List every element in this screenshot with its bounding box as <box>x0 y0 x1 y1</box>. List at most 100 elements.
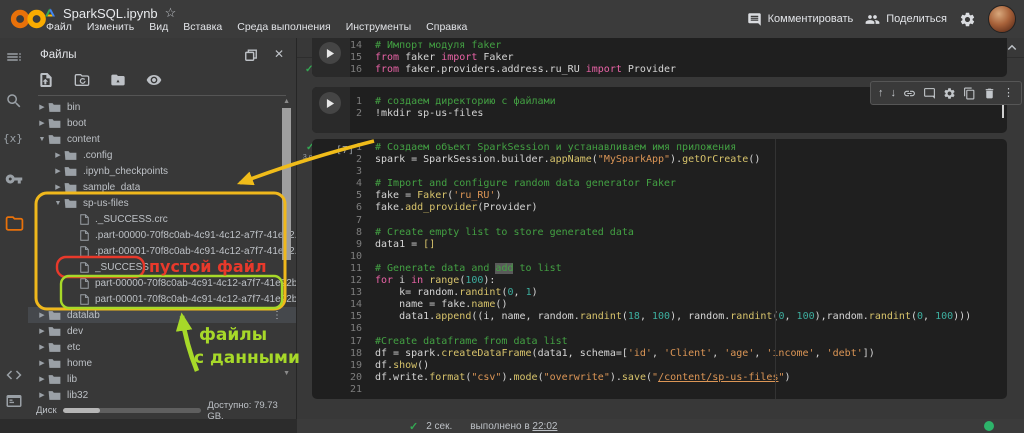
menu-item[interactable]: Вставка <box>183 21 222 37</box>
code-cell-1[interactable]: 14# Импорт модуля faker15from faker impo… <box>312 38 1007 77</box>
collapse-header-chevron-icon[interactable] <box>1006 42 1018 54</box>
comment-icon <box>747 12 762 27</box>
code-line: 15from faker import Faker <box>312 52 1007 64</box>
code-line: 21 <box>312 384 1007 396</box>
notebook-title[interactable]: SparkSQL.ipynb <box>63 6 158 21</box>
table-of-contents-icon[interactable] <box>5 48 23 66</box>
code-text: #Create dataframe from data list <box>375 336 568 348</box>
code-text: # Import and configure random data gener… <box>375 178 676 190</box>
copy-link-icon[interactable] <box>903 87 916 100</box>
upload-file-icon[interactable] <box>38 72 54 88</box>
connected-indicator-dot[interactable] <box>984 421 994 431</box>
code-text: fake.add_provider(Provider) <box>375 202 538 214</box>
comment-cell-icon[interactable] <box>923 87 936 100</box>
secrets-key-icon[interactable] <box>5 170 23 188</box>
menu-item[interactable]: Файл <box>46 21 72 37</box>
menu-item[interactable]: Изменить <box>87 21 134 37</box>
tree-row-bin[interactable]: ▶bin <box>28 99 296 115</box>
mount-drive-icon[interactable] <box>110 72 126 88</box>
caret-icon[interactable]: ▶ <box>36 327 48 335</box>
tree-row-datalab[interactable]: ▶datalab⋮ <box>28 307 296 323</box>
settings-gear-icon[interactable] <box>959 11 976 28</box>
menu-item[interactable]: Инструменты <box>346 21 411 37</box>
close-panel-icon[interactable]: ✕ <box>274 47 284 61</box>
editor-settings-gear-icon[interactable] <box>943 87 956 100</box>
menu-item[interactable]: Среда выполнения <box>237 21 330 37</box>
scroll-up-arrow-icon[interactable]: ▲ <box>283 98 290 105</box>
tree-row-_successcrc[interactable]: ._SUCCESS.crc <box>28 211 296 227</box>
caret-icon[interactable]: ▼ <box>52 200 64 207</box>
scrollbar-thumb[interactable] <box>282 108 291 260</box>
more-actions-icon[interactable]: ⋮ <box>1003 87 1014 100</box>
tree-row-_success[interactable]: _SUCCESS <box>28 259 296 275</box>
row-more-icon[interactable]: ⋮ <box>272 310 282 321</box>
files-toolbar <box>38 72 162 88</box>
folder-icon <box>48 310 61 321</box>
tree-row-part-00001-70f8c0ab-4c91-4c12-a7f7-41e22b[interactable]: part-00001-70f8c0ab-4c91-4c12-a7f7-41e22… <box>28 291 296 307</box>
caret-icon[interactable]: ▼ <box>36 136 48 143</box>
caret-icon[interactable]: ▶ <box>36 343 48 351</box>
move-cell-up-icon[interactable]: ↑ <box>878 87 884 100</box>
caret-icon[interactable]: ▶ <box>52 151 64 159</box>
tree-row-part-00000-70f8c0ab-4c91-4c12-a7f7-41e22[interactable]: .part-00000-70f8c0ab-4c91-4c12-a7f7-41e2… <box>28 227 296 243</box>
caret-icon[interactable]: ▶ <box>52 167 64 175</box>
colab-logo-icon[interactable] <box>10 7 48 31</box>
files-panel: Файлы ✕ ▶bin▶boot▼content▶.config▶.ipynb… <box>28 38 297 419</box>
tree-row-dev[interactable]: ▶dev <box>28 323 296 339</box>
folder-icon <box>48 342 61 353</box>
caret-icon[interactable]: ▶ <box>52 183 64 191</box>
terminal-icon[interactable] <box>5 392 23 410</box>
code-line: 10 <box>312 251 1007 263</box>
files-folder-icon[interactable] <box>5 214 24 233</box>
tree-row-etc[interactable]: ▶etc <box>28 339 296 355</box>
user-avatar[interactable] <box>988 5 1016 33</box>
refresh-folder-icon[interactable] <box>74 72 90 88</box>
tree-row-boot[interactable]: ▶boot <box>28 115 296 131</box>
folder-icon <box>48 358 61 369</box>
tree-row-lib[interactable]: ▶lib <box>28 371 296 387</box>
caret-icon[interactable]: ▶ <box>36 391 48 399</box>
line-number: 6 <box>312 202 375 214</box>
file-icon <box>80 262 89 273</box>
caret-icon[interactable]: ▶ <box>36 311 48 319</box>
tree-row-part-00001-70f8c0ab-4c91-4c12-a7f7-41e22[interactable]: .part-00001-70f8c0ab-4c91-4c12-a7f7-41e2… <box>28 243 296 259</box>
comment-button[interactable]: Комментировать <box>747 12 854 27</box>
search-icon[interactable] <box>5 92 23 110</box>
tree-row-ipynb_checkpoints[interactable]: ▶ .ipynb_checkpoints <box>28 163 296 179</box>
line-number: 18 <box>312 348 375 360</box>
status-duration: 2 сек. <box>426 421 452 432</box>
caret-icon[interactable]: ▶ <box>36 103 48 111</box>
caret-icon[interactable]: ▶ <box>36 119 48 127</box>
popout-panel-icon[interactable] <box>244 48 258 62</box>
code-line: 1# Создаем объект SparkSession и устанав… <box>312 142 1007 154</box>
scroll-down-arrow-icon[interactable]: ▼ <box>283 370 290 377</box>
tree-item-label: .ipynb_checkpoints <box>83 166 168 177</box>
share-button[interactable]: Поделиться <box>865 12 947 27</box>
tree-row-home[interactable]: ▶home <box>28 355 296 371</box>
line-number: 15 <box>312 52 375 64</box>
code-snippets-icon[interactable] <box>5 366 23 384</box>
tree-row-sp-us-files[interactable]: ▼sp-us-files <box>28 195 296 211</box>
variables-icon[interactable]: {x} <box>3 132 23 145</box>
line-number: 10 <box>312 251 375 263</box>
menu-item[interactable]: Вид <box>149 21 168 37</box>
code-cell-3[interactable]: [7] 1# Создаем объект SparkSession и уст… <box>312 139 1007 399</box>
mirror-cell-icon[interactable] <box>963 87 976 100</box>
tree-row-part-00000-70f8c0ab-4c91-4c12-a7f7-41e22b[interactable]: part-00000-70f8c0ab-4c91-4c12-a7f7-41e22… <box>28 275 296 291</box>
toggle-hidden-files-eye-icon[interactable] <box>146 72 162 88</box>
tree-row-sample_data[interactable]: ▶sample_data <box>28 179 296 195</box>
menu-item[interactable]: Справка <box>426 21 467 37</box>
line-number: 14 <box>312 299 375 311</box>
code-line: 7 <box>312 215 1007 227</box>
caret-icon[interactable]: ▶ <box>36 359 48 367</box>
disk-usage-footer: Диск Доступно: 79.73 GB. <box>28 402 296 419</box>
caret-icon[interactable]: ▶ <box>36 375 48 383</box>
star-icon[interactable]: ☆ <box>165 5 177 21</box>
tree-row-content[interactable]: ▼content <box>28 131 296 147</box>
tree-row-config[interactable]: ▶.config <box>28 147 296 163</box>
line-number: 2 <box>312 154 375 166</box>
folder-icon <box>64 166 77 177</box>
delete-cell-icon[interactable] <box>983 87 996 100</box>
folder-icon <box>48 102 61 113</box>
move-cell-down-icon[interactable]: ↓ <box>891 87 897 100</box>
